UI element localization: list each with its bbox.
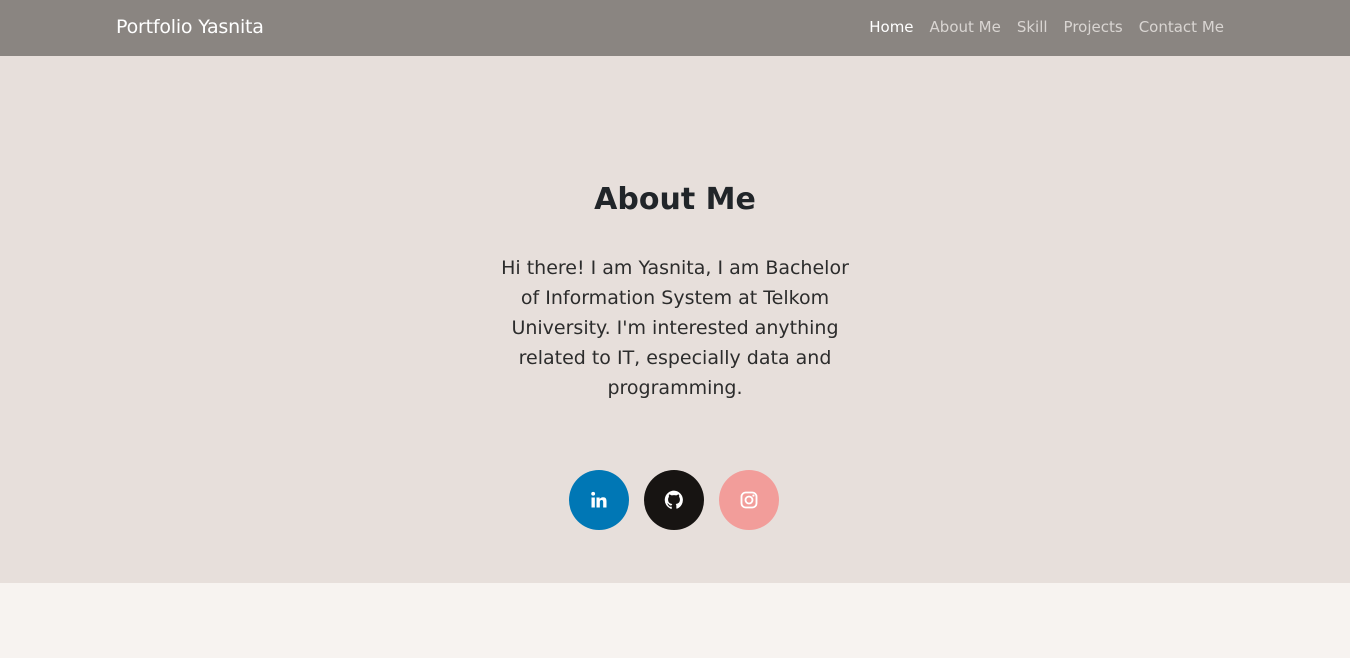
linkedin-icon <box>589 490 609 510</box>
linkedin-button[interactable] <box>569 470 629 530</box>
instagram-icon <box>739 490 759 510</box>
github-button[interactable] <box>644 470 704 530</box>
nav-menu: Home About Me Skill Projects Contact Me <box>869 18 1224 36</box>
nav-link-skill[interactable]: Skill <box>1017 18 1048 36</box>
instagram-button[interactable] <box>719 470 779 530</box>
nav-link-projects[interactable]: Projects <box>1064 18 1123 36</box>
bio-text: Hi there! I am Yasnita, I am Bachelor of… <box>501 257 849 399</box>
next-section <box>0 583 1350 658</box>
github-icon <box>664 490 684 510</box>
nav-link-about-me[interactable]: About Me <box>930 18 1001 36</box>
navbar: Portfolio Yasnita Home About Me Skill Pr… <box>0 0 1350 56</box>
nav-link-contact-me[interactable]: Contact Me <box>1139 18 1224 36</box>
brand-link[interactable]: Portfolio Yasnita <box>116 16 264 38</box>
nav-link-home[interactable]: Home <box>869 18 913 36</box>
about-section: About Me Hi there! I am Yasnita, I am Ba… <box>0 56 1350 583</box>
social-links <box>569 470 779 530</box>
section-title: About Me <box>594 182 756 217</box>
